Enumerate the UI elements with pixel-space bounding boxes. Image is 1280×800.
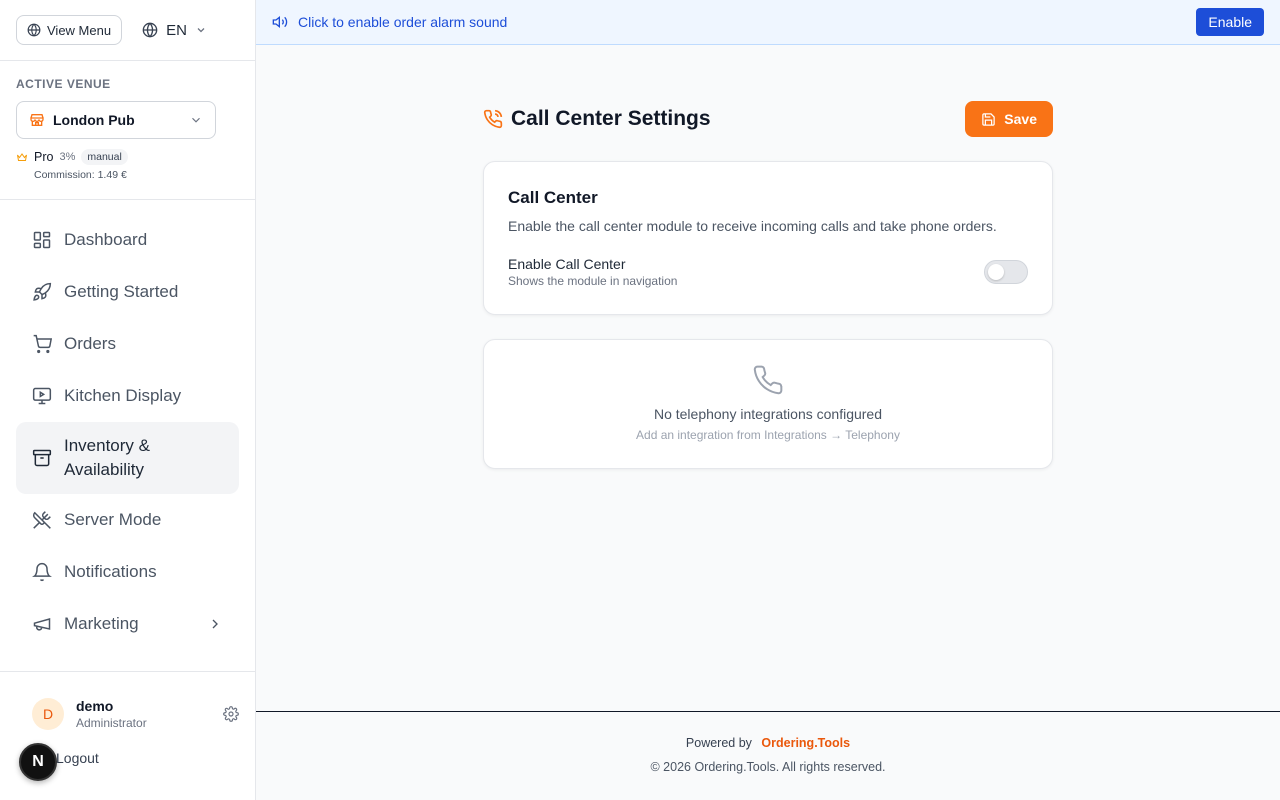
sidebar-item-label: Marketing [64,614,139,633]
view-menu-label: View Menu [47,22,112,38]
gear-icon[interactable] [223,706,239,722]
call-center-card: Call Center Enable the call center modul… [483,161,1053,315]
page-title-text: Call Center Settings [511,107,711,130]
sidebar-item-label: Notifications [64,562,157,581]
powered-by-label: Powered by [685,736,752,750]
toggle-knob [988,264,1004,280]
sidebar: View Menu EN ACTIVE VENUE London Pub Pro… [0,0,256,800]
plan-percent: 3% [59,151,76,163]
sidebar-item-label: Orders [64,334,116,353]
chevron-down-icon [195,24,207,36]
main-content: Call Center Settings Save Call Center En… [483,101,1053,469]
sidebar-item-label: Getting Started [64,282,179,301]
empty-state-subtitle: Add an integration from Integrations → T… [636,428,900,442]
globe-icon [27,23,41,37]
plan-info: Pro 3% manual [16,149,239,165]
sidebar-item-label: Dashboard [64,230,148,249]
sidebar-item-dashboard[interactable]: Dashboard [16,214,239,266]
card-title: Call Center [508,188,598,207]
alarm-banner: Click to enable order alarm sound Enable [256,0,1280,45]
utensils-crossed-icon [32,510,52,530]
speaker-icon [272,14,288,30]
card-description: Enable the call center module to receive… [508,218,997,234]
sidebar-item-label: Inventory & Availability [64,436,150,479]
dev-tools-badge[interactable]: N [19,743,57,781]
venue-section: ACTIVE VENUE London Pub Pro 3% manual Co… [0,61,255,200]
phone-icon [752,364,784,396]
view-menu-button[interactable]: View Menu [16,15,123,45]
sidebar-header: View Menu EN [0,0,255,61]
sidebar-item-server-mode[interactable]: Server Mode [16,494,239,546]
toggle-text: Enable Call Center Shows the module in n… [508,256,984,288]
sidebar-nav: Dashboard Getting Started Orders Kitchen… [0,200,255,650]
copyright: © 2026 Ordering.Tools. All rights reserv… [650,760,886,774]
toggle-label: Enable Call Center [508,256,626,272]
sidebar-item-label: Server Mode [64,510,162,529]
chevron-down-icon [189,113,203,127]
sidebar-item-kitchen-display[interactable]: Kitchen Display [16,370,239,422]
cart-icon [32,334,52,354]
page-header: Call Center Settings Save [483,101,1053,137]
sidebar-item-getting-started[interactable]: Getting Started [16,266,239,318]
empty-state-title: No telephony integrations configured [653,406,883,422]
sidebar-item-orders[interactable]: Orders [16,318,239,370]
powered-by: Powered by Ordering.Tools [256,736,1280,750]
user-info: demo Administrator [76,698,211,730]
sidebar-item-marketing[interactable]: Marketing [16,598,239,650]
user-role: Administrator [76,716,147,730]
sidebar-item-label: Kitchen Display [64,386,182,405]
venue-select[interactable]: London Pub [16,101,216,139]
megaphone-icon [32,614,52,634]
globe-icon [142,22,158,38]
rocket-icon [32,282,52,302]
venue-caption: ACTIVE VENUE [16,77,111,91]
brand-link[interactable]: Ordering.Tools [761,736,850,750]
venue-name: London Pub [53,112,135,128]
dashboard-icon [32,230,52,250]
save-label: Save [1004,111,1037,127]
user-row: D demo Administrator [32,698,239,730]
toggle-row: Enable Call Center Shows the module in n… [508,256,1028,288]
telephony-empty-state: No telephony integrations configured Add… [483,339,1053,469]
footer: Powered by Ordering.Tools © 2026 Orderin… [256,711,1280,800]
alarm-banner-text[interactable]: Click to enable order alarm sound [298,14,1186,30]
language-code: EN [166,21,187,39]
archive-icon [32,448,52,468]
bell-icon [32,562,52,582]
user-name: demo [76,698,114,714]
commission-text: Commission: 1.49 € [34,169,127,181]
language-selector[interactable]: EN [142,22,207,39]
save-button[interactable]: Save [965,101,1053,137]
enable-call-center-toggle[interactable] [984,260,1028,284]
sidebar-item-notifications[interactable]: Notifications [16,546,239,598]
phone-call-icon [483,109,503,129]
page-title: Call Center Settings [483,107,965,131]
plan-tag: manual [81,149,128,165]
avatar: D [32,698,64,730]
store-icon [29,112,45,128]
logout-button[interactable]: Logout [32,750,239,766]
plan-name: Pro [34,150,54,164]
toggle-description: Shows the module in navigation [508,274,678,288]
crown-icon [16,151,28,163]
monitor-icon [32,386,52,406]
chevron-right-icon [207,616,223,632]
enable-alarm-button[interactable]: Enable [1196,8,1264,36]
save-icon [981,112,996,127]
sidebar-item-inventory[interactable]: Inventory & Availability [16,422,239,494]
